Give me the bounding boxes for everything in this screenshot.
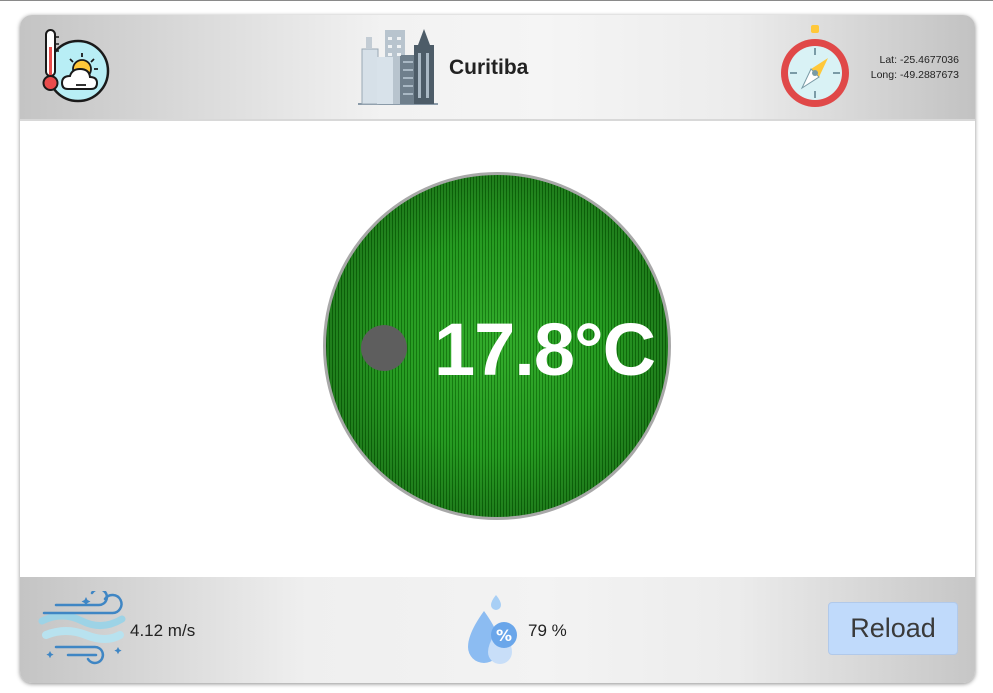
longitude-label: Long: bbox=[870, 69, 898, 81]
temperature-circle: 17.8°C bbox=[323, 172, 671, 520]
humidity-value: 79 % bbox=[528, 621, 567, 640]
temperature-value: 17.8°C bbox=[434, 308, 656, 391]
percent-symbol: % bbox=[496, 626, 512, 645]
latitude-line: Lat: -25.4677036 bbox=[839, 53, 960, 68]
wind-speed-value: 4.12 m/s bbox=[130, 621, 196, 640]
latitude-value: -25.4677036 bbox=[900, 54, 959, 66]
status-dot bbox=[361, 325, 407, 371]
thermometer-weather-icon bbox=[42, 29, 110, 103]
city-name: Curitiba bbox=[449, 56, 529, 79]
wind-icon bbox=[38, 591, 126, 665]
footer-bar: 4.12 m/s % 79 % Reload bbox=[20, 577, 975, 683]
coordinates: Lat: -25.4677036 Long: -49.2887673 bbox=[839, 53, 959, 83]
latitude-label: Lat: bbox=[879, 54, 898, 66]
reload-button[interactable]: Reload bbox=[828, 602, 958, 655]
longitude-value: -49.2887673 bbox=[900, 69, 959, 81]
weather-card: Curitiba Lat: -25.4677036 Long: -49.288767… bbox=[20, 15, 975, 683]
longitude-line: Long: -49.2887673 bbox=[839, 68, 959, 83]
city-buildings-icon bbox=[358, 29, 438, 105]
humidity-drop-icon: % bbox=[468, 595, 517, 664]
header-bar: Curitiba Lat: -25.4677036 Long: -49.288767… bbox=[20, 15, 975, 121]
top-border-line bbox=[0, 0, 993, 1]
